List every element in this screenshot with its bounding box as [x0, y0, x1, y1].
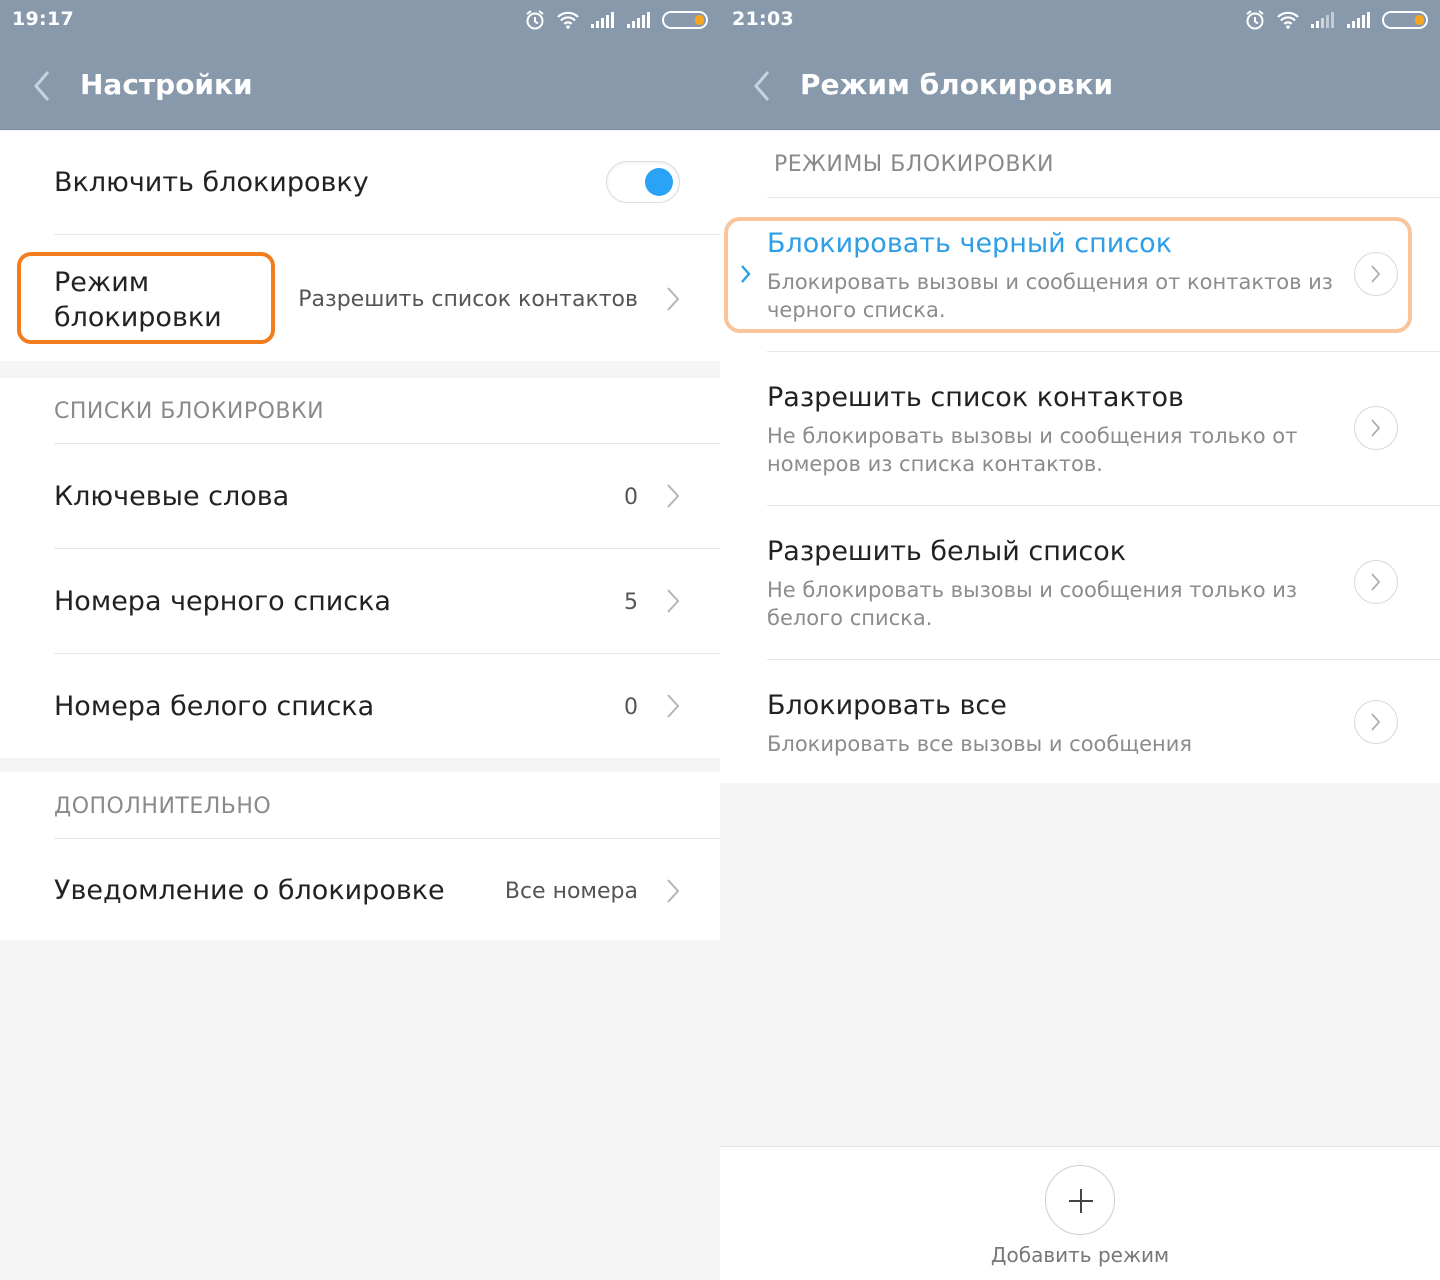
back-arrow-icon[interactable]: [752, 70, 772, 102]
alarm-icon: [1246, 10, 1264, 30]
chevron-right-icon: [667, 589, 680, 613]
toggle-knob: [645, 168, 673, 196]
chevron-right-icon: [667, 287, 680, 311]
mode-description: Не блокировать вызовы и сообщения только…: [767, 578, 1298, 630]
add-mode-label: Добавить режим: [990, 1243, 1170, 1267]
page-title: Настройки: [80, 68, 253, 101]
mode-item-contacts[interactable]: Разрешить список контактов Не блокироват…: [720, 352, 1440, 505]
signal-icon: [627, 12, 650, 28]
status-time: 21:03: [732, 8, 794, 30]
keywords-count: 0: [624, 485, 638, 510]
enable-block-label: Включить блокировку: [54, 167, 369, 198]
chevron-right-icon: [667, 484, 680, 508]
signal-icon: [1347, 12, 1370, 28]
notify-value: Все номера: [504, 879, 638, 904]
status-icons: [524, 9, 710, 31]
section-title-extra: ДОПОЛНИТЕЛЬНО: [54, 794, 272, 819]
mode-item-whitelist[interactable]: Разрешить белый список Не блокировать вы…: [720, 506, 1440, 659]
plus-icon: [1069, 1189, 1093, 1213]
chevron-right-icon: [1371, 573, 1381, 591]
chevron-right-icon: [667, 694, 680, 718]
highlight-box: [724, 217, 1412, 333]
status-bar: 21:03: [720, 0, 1440, 40]
status-bar: 19:17: [0, 0, 720, 40]
whitelist-label: Номера белого списка: [54, 691, 375, 722]
status-icons: [1244, 9, 1430, 31]
chevron-right-icon: [1371, 713, 1381, 731]
whitelist-count: 0: [624, 695, 638, 720]
blacklist-count: 5: [624, 590, 638, 615]
blacklist-label: Номера черного списка: [54, 586, 391, 617]
section-title-modes: РЕЖИМЫ БЛОКИРОВКИ: [774, 152, 1054, 177]
keywords-label: Ключевые слова: [54, 481, 290, 512]
whitelist-row[interactable]: Номера белого списка 0: [0, 654, 720, 758]
notify-row[interactable]: Уведомление о блокировке Все номера: [0, 839, 720, 940]
mode-description: Блокировать все вызовы и сообщения: [767, 732, 1193, 756]
mode-detail-button[interactable]: [1354, 560, 1398, 604]
status-time: 19:17: [12, 8, 74, 30]
bottom-bar: Добавить режим: [720, 1146, 1440, 1280]
page-title: Режим блокировки: [800, 68, 1114, 101]
signal-icon: [591, 12, 614, 28]
settings-screen: 19:17 Настройки Включить блокировку Режи…: [0, 0, 720, 1280]
mode-detail-button[interactable]: [1354, 700, 1398, 744]
wifi-icon: [557, 11, 579, 29]
battery-icon: [1382, 11, 1428, 29]
chevron-right-icon: [1371, 419, 1381, 437]
alarm-icon: [526, 10, 544, 30]
mode-item-block-all[interactable]: Блокировать все Блокировать все вызовы и…: [720, 660, 1440, 783]
chevron-right-icon: [667, 879, 680, 903]
notify-label: Уведомление о блокировке: [54, 875, 445, 906]
back-arrow-icon[interactable]: [32, 70, 52, 102]
keywords-row[interactable]: Ключевые слова 0: [0, 444, 720, 548]
section-title-lists: СПИСКИ БЛОКИРОВКИ: [54, 399, 325, 424]
mode-title: Разрешить список контактов: [767, 382, 1184, 413]
wifi-icon: [1277, 11, 1299, 29]
block-mode-screen: 21:03 Режим блокировки РЕЖИМЫ БЛОКИРОВКИ…: [720, 0, 1440, 1280]
blacklist-row[interactable]: Номера черного списка 5: [0, 549, 720, 653]
battery-icon: [662, 11, 708, 29]
mode-detail-button[interactable]: [1354, 406, 1398, 450]
signal-icon: [1311, 12, 1334, 28]
enable-block-toggle[interactable]: [606, 161, 680, 203]
highlight-box: [17, 252, 275, 344]
mode-title: Разрешить белый список: [767, 536, 1127, 567]
block-mode-value: Разрешить список контактов: [298, 287, 638, 312]
app-bar: Настройки: [0, 40, 720, 130]
mode-title: Блокировать все: [767, 690, 1007, 721]
mode-description: Не блокировать вызовы и сообщения только…: [767, 424, 1298, 476]
app-bar: Режим блокировки: [720, 40, 1440, 130]
add-mode-button[interactable]: [1045, 1165, 1115, 1235]
